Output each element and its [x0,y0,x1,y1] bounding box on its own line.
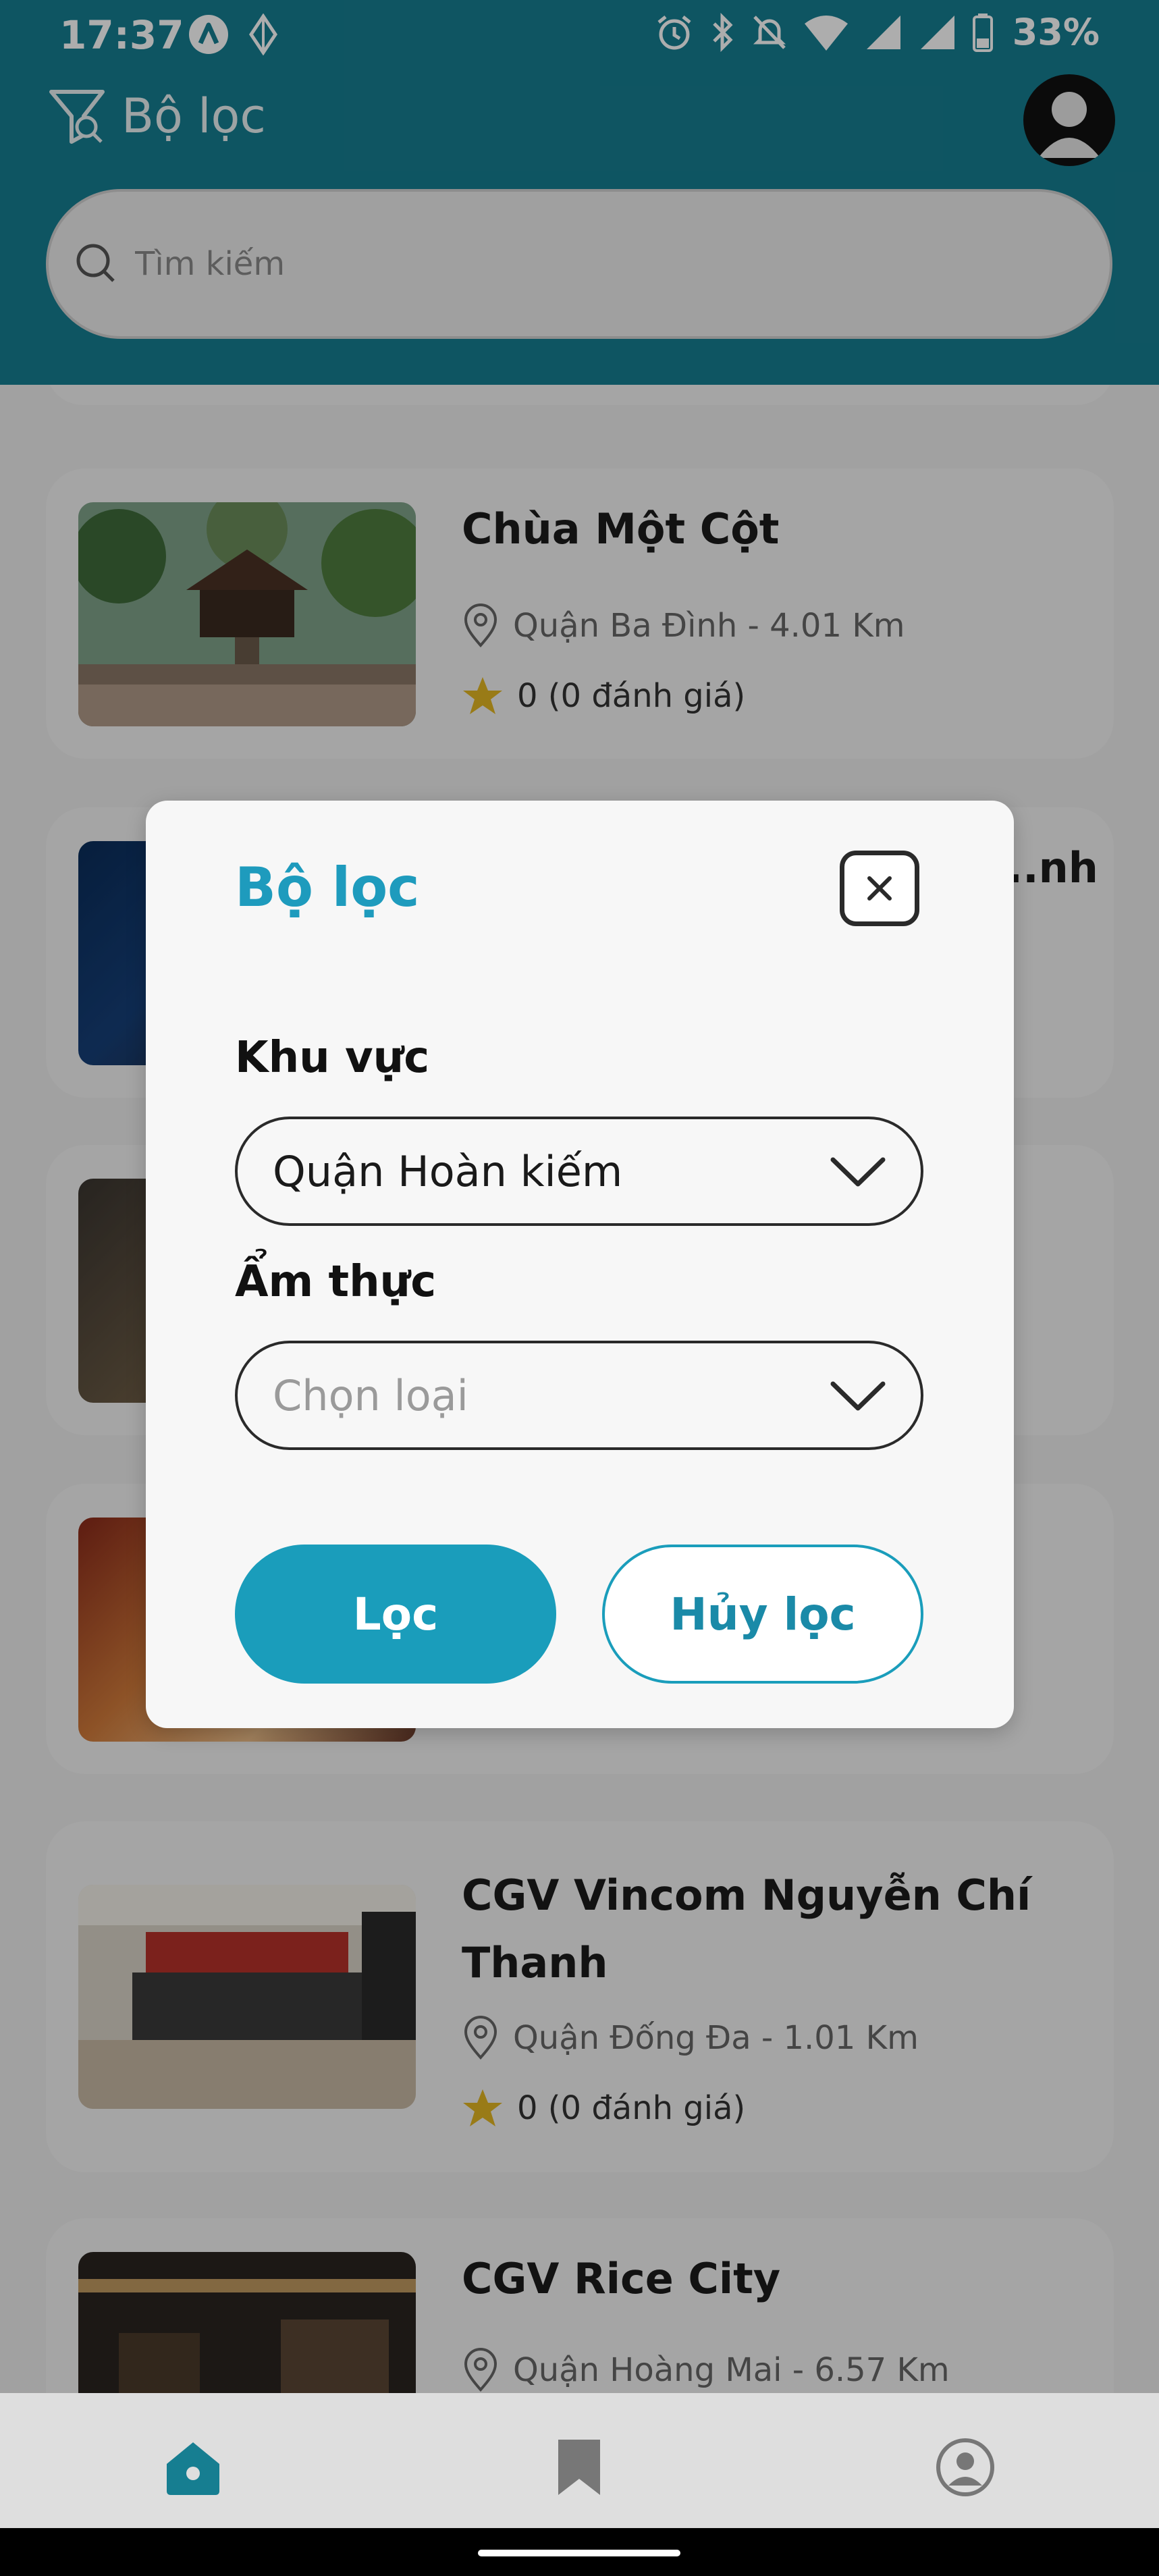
filter-dialog: Bộ lọc Khu vực Quận Hoàn kiếm Ẩm thực Ch… [146,801,1014,1728]
bookmark-icon [558,2440,600,2495]
area-select[interactable]: Quận Hoàn kiếm [235,1117,923,1226]
cuisine-label: Ẩm thực [235,1257,437,1307]
bottom-nav [0,2393,1159,2528]
account-icon [936,2438,994,2496]
area-select-value: Quận Hoàn kiếm [273,1146,623,1196]
chevron-down-icon [830,1157,886,1187]
nav-account[interactable] [932,2434,999,2501]
home-icon [167,2442,219,2495]
nav-home[interactable] [159,2434,227,2501]
nav-bookmark[interactable] [545,2434,613,2501]
cuisine-select-placeholder: Chọn loại [273,1370,468,1420]
close-icon [867,876,892,901]
area-label: Khu vực [235,1033,430,1083]
system-nav-bar [0,2528,1159,2576]
home-gesture-handle[interactable] [478,2550,680,2556]
close-button[interactable] [840,851,919,926]
cuisine-select[interactable]: Chọn loại [235,1341,923,1450]
chevron-down-icon [830,1381,886,1411]
dialog-title: Bộ lọc [235,856,420,919]
apply-filter-button[interactable]: Lọc [235,1545,556,1684]
clear-filter-button[interactable]: Hủy lọc [602,1545,923,1684]
